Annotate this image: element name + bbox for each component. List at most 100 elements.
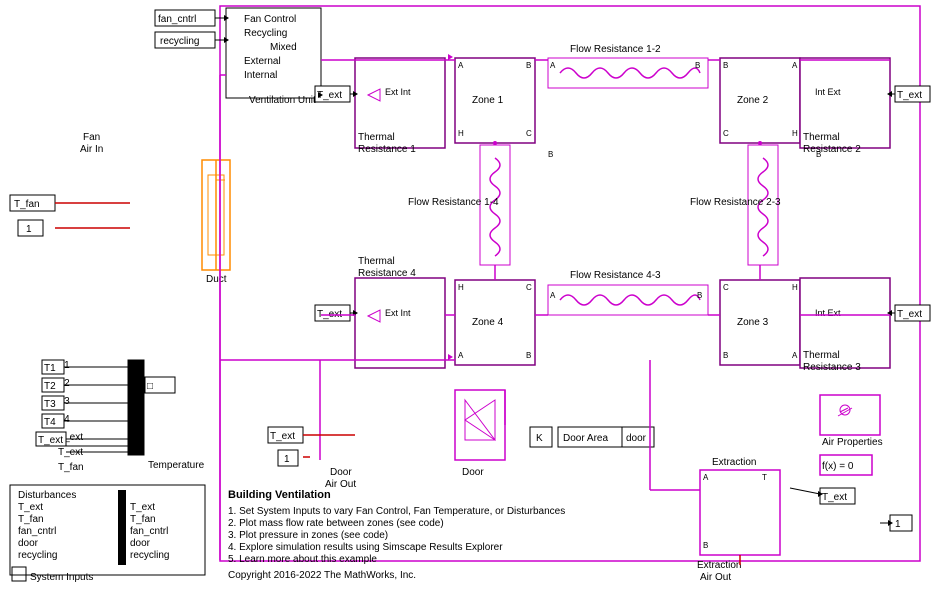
arrow-zone1-a xyxy=(448,54,453,60)
extraction-block xyxy=(700,470,780,555)
door-block xyxy=(455,390,505,460)
duct-label: Duct xyxy=(206,274,227,285)
flow-resistance-12-block xyxy=(548,58,708,88)
zone2-a-top: A xyxy=(792,61,798,70)
t2-block-label: T2 xyxy=(44,381,56,392)
zone3-c: C xyxy=(723,283,729,292)
sys-door-in: door xyxy=(18,538,39,549)
zone2-label: Zone 2 xyxy=(737,95,769,106)
zone1-label: Zone 1 xyxy=(472,95,504,106)
door-air-out-label: Door xyxy=(330,467,352,478)
door-label: Door xyxy=(462,467,484,478)
temperature-block-inner: □ xyxy=(147,381,153,392)
tr1-ext-int: Ext Int xyxy=(385,87,411,97)
internal-label: Internal xyxy=(244,70,277,81)
t4-block-label: T4 xyxy=(44,417,56,428)
sys-t-fan-out: T_fan xyxy=(130,514,156,525)
fan-control-label: Fan Control xyxy=(244,14,296,25)
flow-43-wave xyxy=(560,295,700,305)
air-props-block xyxy=(820,395,880,435)
sys-disturbances: Disturbances xyxy=(18,490,76,501)
fr12-b: B xyxy=(695,61,700,70)
sys-t-fan-in: T_fan xyxy=(18,514,44,525)
k-label: K xyxy=(536,433,543,444)
fan-cntrl-label: fan_cntrl xyxy=(158,14,196,25)
fr14-b: B xyxy=(548,150,553,159)
ext-b: B xyxy=(703,541,708,550)
flow-23-label: Flow Resistance 2-3 xyxy=(690,197,781,208)
t-ext-extraction-label: T_ext xyxy=(822,492,847,503)
extraction-label: Extraction xyxy=(712,457,756,468)
thermal-res-1-label1: Thermal xyxy=(358,132,395,143)
sys-recycling-in: recycling xyxy=(18,550,57,561)
thermal-res-3-label1: Thermal xyxy=(803,350,840,361)
t-ext-tr2-label: T_ext xyxy=(897,90,922,101)
zone4-c: C xyxy=(526,283,532,292)
main-svg: Ventilation Unit Fan Control Recycling M… xyxy=(0,0,942,591)
bv-item2: 2. Plot mass flow rate between zones (se… xyxy=(228,518,444,529)
extraction-air-out-label2: Air Out xyxy=(700,572,731,583)
t-ext-extraction-line xyxy=(790,488,820,494)
one-label: 1 xyxy=(26,224,32,235)
zone4-a: A xyxy=(458,351,464,360)
fr43-a: A xyxy=(550,291,556,300)
zone2-b-top: B xyxy=(723,61,728,70)
sys-t-ext-out: T_ext xyxy=(130,502,155,513)
zone3-b: B xyxy=(723,351,728,360)
bv-item5: 5. Learn more about this example xyxy=(228,554,377,565)
zone1-h: H xyxy=(458,129,464,138)
sys-t-ext-in: T_ext xyxy=(18,502,43,513)
bv-item4: 4. Explore simulation results using Sims… xyxy=(228,542,503,553)
sys-mux xyxy=(118,490,126,565)
recycling-label: Recycling xyxy=(244,28,287,39)
fan-air-in-label2: Air In xyxy=(80,144,103,155)
one-extraction-label: 1 xyxy=(895,519,901,530)
fr23-b: B xyxy=(816,150,821,159)
t1-block-label: T1 xyxy=(44,363,56,374)
bv-item1: 1. Set System Inputs to vary Fan Control… xyxy=(228,506,565,517)
t-ext-door-label: T_ext xyxy=(270,431,295,442)
thermal-res-2-label2: Resistance 2 xyxy=(803,144,861,155)
bv-title: Building Ventilation xyxy=(228,489,331,501)
door-area-label: Door Area xyxy=(563,433,608,444)
temperature-label: Temperature xyxy=(148,460,205,471)
zone4-h: H xyxy=(458,283,464,292)
tr2-int-ext: Int Ext xyxy=(815,87,841,97)
thermal-res-2-label1: Thermal xyxy=(803,132,840,143)
zone2-c: C xyxy=(723,129,729,138)
connector-2 xyxy=(758,141,762,145)
mux-block xyxy=(128,360,144,455)
thermal-resistance-4-block xyxy=(355,278,445,368)
flow-43-label: Flow Resistance 4-3 xyxy=(570,270,661,281)
zone1-c: C xyxy=(526,129,532,138)
zone4-b: B xyxy=(526,351,531,360)
air-props-label: Air Properties xyxy=(822,437,883,448)
ventilation-unit-label: Ventilation Unit xyxy=(249,95,316,106)
door-triangle xyxy=(465,400,495,440)
diagram-container: Ventilation Unit Fan Control Recycling M… xyxy=(0,0,942,591)
thermal-res-1-label2: Resistance 1 xyxy=(358,144,416,155)
t3-block-label: T3 xyxy=(44,399,56,410)
zone3-a: A xyxy=(792,351,798,360)
sys-recycling-out: recycling xyxy=(130,550,169,561)
ext-a: A xyxy=(703,473,709,482)
one-door-label: 1 xyxy=(284,454,290,465)
thermal-res-4-label1: Thermal xyxy=(358,256,395,267)
thermal-res-4-label2: Resistance 4 xyxy=(358,268,416,279)
t-fan-label: T_fan xyxy=(14,199,40,210)
thermal-res-3-label2: Resistance 3 xyxy=(803,362,861,373)
flow-12-label: Flow Resistance 1-2 xyxy=(570,44,661,55)
recycling-signal-label: recycling xyxy=(160,36,199,47)
zone2-h: H xyxy=(792,129,798,138)
fr12-a: A xyxy=(550,61,556,70)
mixed-label: Mixed xyxy=(270,42,297,53)
sys-fan-cntrl-in: fan_cntrl xyxy=(18,526,56,537)
connector-1 xyxy=(493,141,497,145)
flow-14-label: Flow Resistance 1-4 xyxy=(408,197,499,208)
t-ext-in-block-label: T_ext xyxy=(38,435,63,446)
arrow-zone4-a xyxy=(448,354,453,360)
ext-t: T xyxy=(762,473,767,482)
flow-12-wave xyxy=(560,68,700,78)
zone1-b-top: B xyxy=(526,61,531,70)
fan-air-in-label: Fan xyxy=(83,132,100,143)
